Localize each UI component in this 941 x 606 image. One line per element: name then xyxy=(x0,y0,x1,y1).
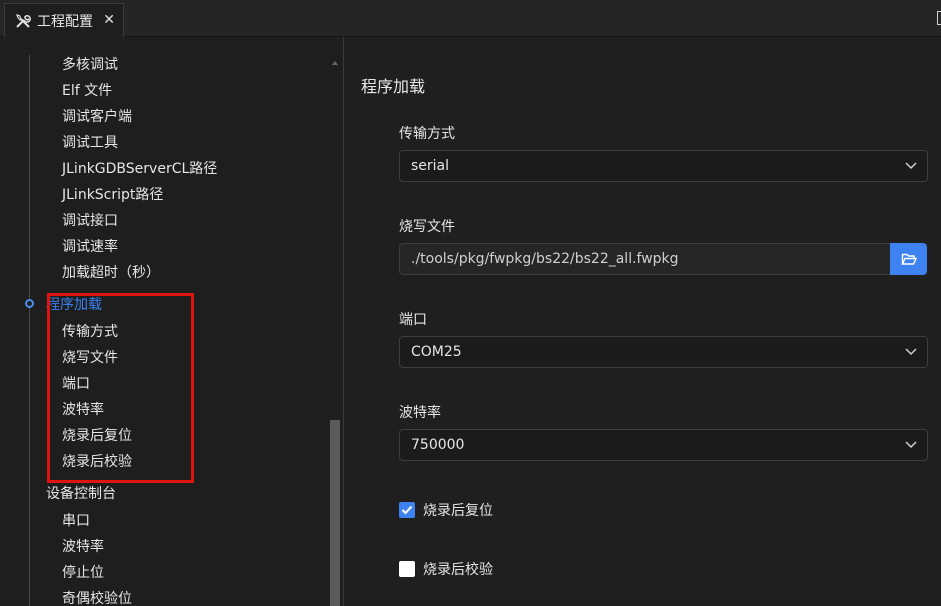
browse-file-button[interactable] xyxy=(890,243,927,275)
tree-item-serial-port[interactable]: 串口 xyxy=(62,509,90,533)
transfer-mode-select[interactable]: serial xyxy=(399,150,928,182)
baud-rate-select[interactable]: 750000 xyxy=(399,429,928,461)
port-label: 端口 xyxy=(399,312,427,328)
tree-item-debug-interface[interactable]: 调试接口 xyxy=(62,209,118,233)
tree-active-marker xyxy=(25,299,34,308)
port-value: COM25 xyxy=(411,344,462,360)
port-select[interactable]: COM25 xyxy=(399,336,928,368)
panel-layout-icon[interactable] xyxy=(937,11,941,25)
close-icon[interactable]: ✕ xyxy=(103,12,115,28)
config-tree: 多核调试 Elf 文件 调试客户端 调试工具 JLinkGDBServerCL路… xyxy=(0,37,344,606)
tab-bar: 工程配置 ✕ xyxy=(0,0,941,37)
settings-panel: 程序加载 传输方式 serial 烧写文件 ./tools/pkg/fwpkg/… xyxy=(345,37,941,606)
chevron-down-icon xyxy=(905,441,917,449)
tree-item-load-timeout[interactable]: 加载超时（秒） xyxy=(62,261,160,285)
scroll-up-arrow-icon[interactable] xyxy=(332,61,338,65)
verify-after-burn-checkbox[interactable] xyxy=(399,561,415,577)
chevron-down-icon xyxy=(905,348,917,356)
scroll-thumb[interactable] xyxy=(330,420,340,606)
section-title: 程序加载 xyxy=(361,77,426,96)
tree-item-parity[interactable]: 奇偶校验位 xyxy=(62,587,132,606)
tab-project-config[interactable]: 工程配置 ✕ xyxy=(4,3,124,37)
app-window: 工程配置 ✕ 多核调试 Elf 文件 调试客户端 调试工具 JLinkGDBSe… xyxy=(0,0,941,606)
burn-file-label: 烧写文件 xyxy=(399,219,455,235)
tree-item-console-baud-rate[interactable]: 波特率 xyxy=(62,535,104,559)
baud-rate-value: 750000 xyxy=(411,437,465,453)
tree-guide-line xyxy=(29,55,30,606)
folder-open-icon xyxy=(900,253,917,265)
baud-rate-label: 波特率 xyxy=(399,405,441,421)
transfer-mode-value: serial xyxy=(411,158,450,174)
tools-icon xyxy=(16,13,31,28)
tree-scrollbar[interactable] xyxy=(329,57,342,606)
tree-item-jlink-script-path[interactable]: JLinkScript路径 xyxy=(62,183,163,207)
chevron-down-icon xyxy=(905,162,917,170)
tree-item-debug-client[interactable]: 调试客户端 xyxy=(62,105,132,129)
tree-item-jlink-gdbserver-path[interactable]: JLinkGDBServerCL路径 xyxy=(62,157,217,181)
highlight-annotation xyxy=(47,293,194,483)
reset-after-burn-label: 烧录后复位 xyxy=(423,503,493,519)
tree-group-device-console[interactable]: 设备控制台 xyxy=(46,482,116,506)
reset-after-burn-checkbox[interactable] xyxy=(399,502,415,518)
reset-after-burn-option[interactable]: 烧录后复位 xyxy=(399,500,493,520)
burn-file-input[interactable]: ./tools/pkg/fwpkg/bs22/bs22_all.fwpkg xyxy=(399,243,891,275)
tree-item-elf-file[interactable]: Elf 文件 xyxy=(62,79,112,103)
verify-after-burn-label: 烧录后校验 xyxy=(423,562,493,578)
transfer-mode-label: 传输方式 xyxy=(399,126,455,142)
tab-label: 工程配置 xyxy=(37,13,93,30)
tree-item-stop-bits[interactable]: 停止位 xyxy=(62,561,104,585)
tree-item-debug-tool[interactable]: 调试工具 xyxy=(62,131,118,155)
tree-item-debug-speed[interactable]: 调试速率 xyxy=(62,235,118,259)
verify-after-burn-option[interactable]: 烧录后校验 xyxy=(399,559,493,579)
tree-item-multicore-debug[interactable]: 多核调试 xyxy=(62,53,118,77)
checkmark-icon xyxy=(401,505,413,515)
